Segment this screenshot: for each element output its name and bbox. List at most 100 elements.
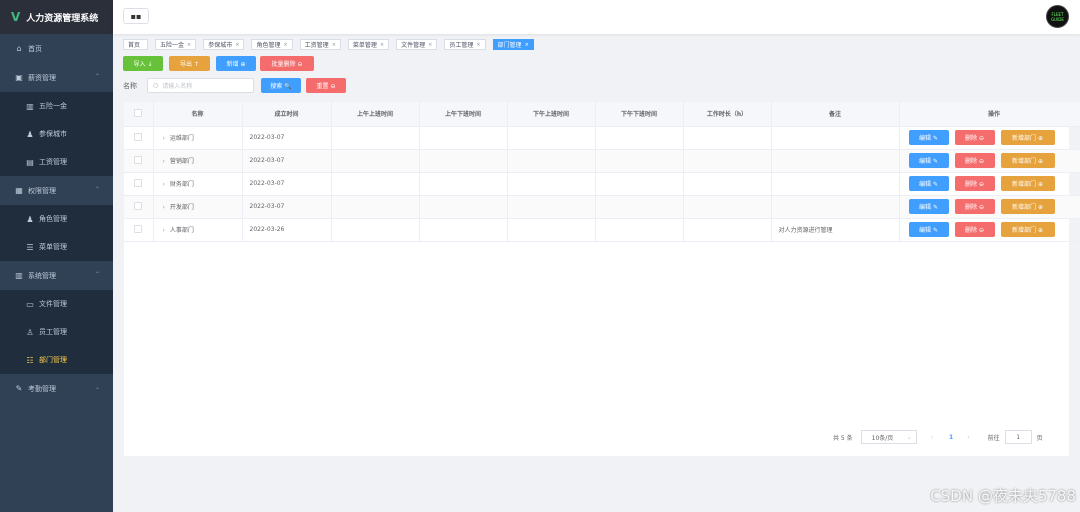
expand-chevron-icon[interactable]: › bbox=[163, 181, 165, 188]
close-icon[interactable]: × bbox=[380, 42, 384, 48]
close-icon[interactable]: × bbox=[525, 42, 529, 48]
close-icon[interactable]: × bbox=[428, 42, 432, 48]
goto-page-input[interactable]: 1 bbox=[1004, 430, 1032, 444]
cell-pm_in bbox=[507, 172, 596, 196]
dept-name: 营销部门 bbox=[169, 158, 194, 165]
delete-button[interactable]: 删除 ⊖ bbox=[954, 153, 995, 168]
add-department-button[interactable]: 新增部门 ⊕ bbox=[1000, 153, 1055, 168]
department-table-panel: 名称 成立时间 上午上班时间 上午下班时间 下午上班时间 下午下班时间 工作时长… bbox=[124, 102, 1080, 456]
delete-button[interactable]: 删除 ⊖ bbox=[954, 176, 995, 191]
tag-item[interactable]: 部门管理 × bbox=[492, 39, 534, 50]
table-row[interactable]: › 财务部门 2022-03-07 编辑 ✎ 删除 ⊖ 新增部门 ⊕ bbox=[124, 172, 1080, 196]
menu-icon: ☰ bbox=[26, 242, 34, 252]
col-header[interactable]: 成立时间 bbox=[242, 102, 332, 127]
add-department-button[interactable]: 新增部门 ⊕ bbox=[1000, 176, 1055, 191]
expand-chevron-icon[interactable]: › bbox=[163, 204, 165, 211]
tag-item[interactable]: 五险一金 × bbox=[155, 39, 197, 50]
name-search-input[interactable]: ○ 请输入名称 bbox=[147, 78, 254, 93]
reset-button[interactable]: 重置 ⊖ bbox=[306, 78, 346, 93]
col-header[interactable]: 备注 bbox=[771, 102, 900, 127]
next-page-button[interactable]: › bbox=[967, 434, 969, 441]
batch-delete-button[interactable]: 批量删除 ⊖ bbox=[260, 56, 314, 71]
page-number-1[interactable]: 1 bbox=[949, 434, 953, 441]
cell-date: 2022-03-07 bbox=[242, 195, 332, 219]
close-icon[interactable]: × bbox=[332, 42, 336, 48]
close-icon[interactable]: × bbox=[476, 42, 480, 48]
close-icon[interactable]: × bbox=[187, 42, 191, 48]
cell-hours bbox=[683, 218, 772, 242]
sidebar-item-label: 薪资管理 bbox=[28, 73, 56, 82]
prev-page-button[interactable]: ‹ bbox=[931, 434, 933, 441]
delete-button[interactable]: 删除 ⊖ bbox=[954, 199, 995, 214]
add-button[interactable]: 新增 ⊕ bbox=[216, 56, 256, 71]
sidebar-item[interactable]: ▭ 文件管理 bbox=[0, 290, 113, 318]
sidebar-item[interactable]: ▥ 五险一金 bbox=[0, 92, 113, 120]
sidebar-item[interactable]: ▣ 薪资管理 ⌃ bbox=[0, 63, 113, 92]
edit-button[interactable]: 编辑 ✎ bbox=[908, 176, 949, 191]
tag-item[interactable]: 菜单管理 × bbox=[347, 39, 390, 50]
table-row[interactable]: › 运维部门 2022-03-07 编辑 ✎ 删除 ⊖ 新增部门 ⊕ bbox=[124, 126, 1080, 150]
app-title: 人力资源管理系统 bbox=[26, 13, 99, 24]
app-logo[interactable]: V 人力资源管理系统 bbox=[0, 0, 113, 34]
expand-chevron-icon[interactable]: › bbox=[163, 158, 165, 165]
col-header[interactable]: 下午下班时间 bbox=[595, 102, 684, 127]
table-row[interactable]: › 人事部门 2022-03-26 对人力资源进行管理 编辑 ✎ 删除 ⊖ 新增部门 ⊕ bbox=[124, 218, 1080, 242]
add-department-button[interactable]: 新增部门 ⊕ bbox=[1000, 199, 1055, 214]
sidebar-item[interactable]: ▥ 系统管理 ⌃ bbox=[0, 261, 113, 290]
menu-icon: ♟ bbox=[26, 129, 34, 139]
user-avatar[interactable]: FLEET GUIDE bbox=[1046, 5, 1069, 28]
row-checkbox[interactable] bbox=[134, 178, 143, 187]
delete-button[interactable]: 删除 ⊖ bbox=[954, 130, 995, 145]
sidebar-toggle-button[interactable]: ▪▪ bbox=[123, 8, 149, 24]
sidebar-item[interactable]: ♟ 角色管理 bbox=[0, 205, 113, 233]
cell-pm_out bbox=[595, 218, 684, 242]
close-icon[interactable]: × bbox=[283, 42, 287, 48]
table-row[interactable]: › 营销部门 2022-03-07 编辑 ✎ 删除 ⊖ 新增部门 ⊕ bbox=[124, 149, 1080, 173]
expand-chevron-icon[interactable]: › bbox=[163, 227, 165, 234]
sidebar-item[interactable]: ⌂ 首页 bbox=[0, 34, 113, 63]
tag-item[interactable]: 员工管理 × bbox=[444, 39, 486, 50]
sidebar-item[interactable]: ☰ 菜单管理 bbox=[0, 233, 113, 261]
dept-name: 开发部门 bbox=[169, 204, 194, 211]
tag-item[interactable]: 参保城市 × bbox=[203, 39, 245, 50]
sidebar-item[interactable]: ☷ 部门管理 bbox=[0, 346, 113, 374]
row-checkbox[interactable] bbox=[134, 155, 143, 164]
sidebar-item[interactable]: ♙ 员工管理 bbox=[0, 318, 113, 346]
col-header[interactable]: 上午上班时间 bbox=[331, 102, 420, 127]
add-department-button[interactable]: 新增部门 ⊕ bbox=[1000, 130, 1055, 145]
sidebar-item[interactable]: ♟ 参保城市 bbox=[0, 120, 113, 148]
row-checkbox[interactable] bbox=[134, 132, 143, 141]
col-header[interactable]: 操作 bbox=[899, 102, 1080, 127]
sidebar-item[interactable]: ✎ 考勤管理 ⌄ bbox=[0, 374, 113, 403]
col-header[interactable]: 名称 bbox=[153, 102, 243, 127]
select-all-cell bbox=[124, 102, 154, 127]
row-checkbox[interactable] bbox=[134, 224, 143, 233]
page-size-select[interactable]: 10条/页 ⌄ bbox=[860, 430, 917, 444]
col-header[interactable]: 下午上班时间 bbox=[507, 102, 596, 127]
delete-button[interactable]: 删除 ⊖ bbox=[954, 222, 995, 237]
tag-item[interactable]: 角色管理 × bbox=[251, 39, 293, 50]
edit-button[interactable]: 编辑 ✎ bbox=[908, 130, 949, 145]
sidebar-item[interactable]: ▤ 工资管理 bbox=[0, 148, 113, 176]
search-button[interactable]: 搜索 🔍 bbox=[261, 78, 301, 93]
tag-label: 菜单管理 bbox=[352, 42, 377, 49]
tag-item[interactable]: 文件管理 × bbox=[396, 39, 438, 50]
tag-item[interactable]: 首页 bbox=[123, 39, 149, 50]
col-header[interactable]: 上午下班时间 bbox=[419, 102, 508, 127]
edit-button[interactable]: 编辑 ✎ bbox=[908, 199, 949, 214]
edit-button[interactable]: 编辑 ✎ bbox=[908, 153, 949, 168]
expand-chevron-icon[interactable]: › bbox=[163, 135, 165, 142]
row-checkbox[interactable] bbox=[134, 201, 143, 210]
table-row[interactable]: › 开发部门 2022-03-07 编辑 ✎ 删除 ⊖ 新增部门 ⊕ bbox=[124, 195, 1080, 219]
sidebar-item-label: 考勤管理 bbox=[28, 384, 56, 393]
import-button[interactable]: 导入 ↓ bbox=[123, 56, 163, 71]
select-all-checkbox[interactable] bbox=[134, 108, 143, 117]
export-button[interactable]: 导出 ↑ bbox=[169, 56, 210, 71]
col-header[interactable]: 工作时长（h） bbox=[683, 102, 772, 127]
tag-item[interactable]: 工资管理 × bbox=[299, 39, 341, 50]
sidebar-item[interactable]: ▦ 权限管理 ⌃ bbox=[0, 176, 113, 205]
add-department-button[interactable]: 新增部门 ⊕ bbox=[1000, 222, 1055, 237]
edit-button[interactable]: 编辑 ✎ bbox=[908, 222, 949, 237]
chevron-icon: ⌃ bbox=[94, 186, 100, 193]
close-icon[interactable]: × bbox=[235, 42, 239, 48]
